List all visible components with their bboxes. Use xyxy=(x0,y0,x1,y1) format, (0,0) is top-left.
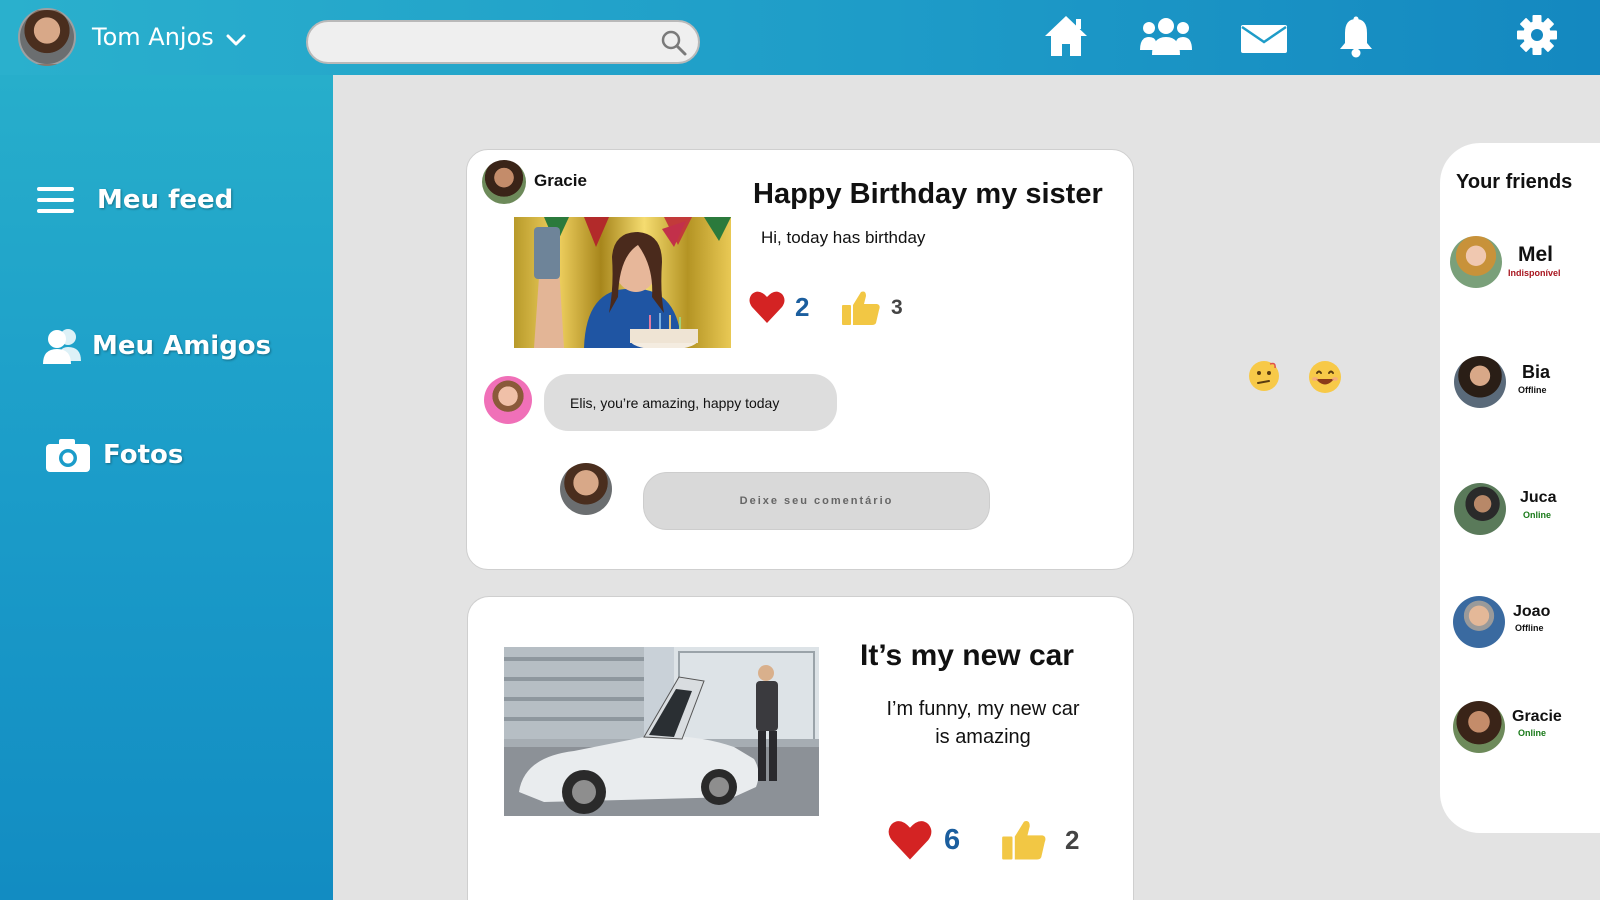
sidebar-item-label: Meu feed xyxy=(97,185,234,215)
sidebar-item-friends[interactable]: Meu Amigos xyxy=(42,327,271,365)
post-text: Hi, today has birthday xyxy=(761,228,926,247)
friend-item[interactable]: Juca Online xyxy=(1454,483,1594,539)
friend-avatar xyxy=(1454,356,1506,408)
heart-icon[interactable] xyxy=(888,819,932,861)
current-user-avatar xyxy=(560,463,612,515)
friend-item[interactable]: Joao Offline xyxy=(1453,596,1593,652)
friend-item[interactable]: Bia Offline xyxy=(1454,356,1594,412)
home-icon[interactable] xyxy=(1043,14,1089,58)
friend-avatar xyxy=(1453,596,1505,648)
friend-item[interactable]: Gracie Online xyxy=(1453,701,1593,757)
like-count: 2 xyxy=(1065,824,1080,855)
friend-name: Juca xyxy=(1520,489,1557,506)
birthday-photo[interactable] xyxy=(514,217,731,348)
top-bar: Tom Anjos xyxy=(0,0,1600,75)
friend-name: Gracie xyxy=(1512,708,1562,725)
sidebar-item-label: Fotos xyxy=(103,440,184,470)
friend-name: Bia xyxy=(1522,362,1551,382)
friend-item[interactable]: Mel Indisponível xyxy=(1450,236,1600,292)
comment-input[interactable]: Deixe seu comentário xyxy=(643,472,990,530)
post-title: It’s my new car xyxy=(860,639,1074,672)
sidebar-item-photos[interactable]: Fotos xyxy=(45,437,183,473)
friend-status: Offline xyxy=(1518,385,1547,395)
friend-status: Online xyxy=(1523,510,1552,520)
sidebar: Meu feed Meu Amigos Fotos xyxy=(0,75,333,900)
post-text-line: is amazing xyxy=(935,726,1031,748)
post-card: It’s my new car I’m funny, my new car is… xyxy=(467,596,1134,900)
commenter-avatar[interactable] xyxy=(484,376,532,424)
sidebar-item-label: Meu Amigos xyxy=(92,331,272,361)
author-avatar[interactable] xyxy=(482,160,526,204)
confused-emoji-icon[interactable] xyxy=(1248,360,1280,392)
comment-bubble: Elis, you’re amazing, happy today xyxy=(544,374,837,431)
menu-icon xyxy=(37,187,74,213)
thumbs-up-icon[interactable] xyxy=(1001,819,1047,861)
bell-icon[interactable] xyxy=(1339,16,1373,58)
mail-icon[interactable] xyxy=(1240,24,1288,54)
post-text: I’m funny, my new car is amazing xyxy=(838,695,1128,751)
heart-icon[interactable] xyxy=(749,290,785,324)
like-reaction[interactable]: 3 xyxy=(841,290,903,326)
search-bar[interactable] xyxy=(306,20,700,64)
thumbs-up-icon[interactable] xyxy=(841,290,881,326)
post-card: Gracie Happy Birthday my sister Hi, toda… xyxy=(466,149,1134,570)
chevron-down-icon[interactable] xyxy=(226,33,246,47)
like-count: 3 xyxy=(891,296,903,319)
groups-icon[interactable] xyxy=(1139,16,1193,56)
friends-panel: Your friends Mel Indisponível Bia Offlin… xyxy=(1440,143,1600,833)
sidebar-item-feed[interactable]: Meu feed xyxy=(37,185,233,215)
heart-count: 6 xyxy=(944,823,961,856)
friend-avatar xyxy=(1450,236,1502,288)
gear-icon[interactable] xyxy=(1516,14,1558,56)
heart-count: 2 xyxy=(795,291,810,322)
user-avatar[interactable] xyxy=(18,8,76,66)
user-profile-menu[interactable]: Tom Anjos xyxy=(18,8,246,66)
smile-emoji-icon[interactable] xyxy=(1308,360,1342,394)
search-input[interactable] xyxy=(326,22,666,60)
author-name[interactable]: Gracie xyxy=(534,171,587,191)
post-title: Happy Birthday my sister xyxy=(753,178,1103,210)
friend-status: Indisponível xyxy=(1508,268,1561,278)
user-name[interactable]: Tom Anjos xyxy=(92,23,214,51)
search-icon[interactable] xyxy=(660,29,688,57)
friends-panel-title: Your friends xyxy=(1456,171,1573,193)
friend-status: Offline xyxy=(1515,623,1544,633)
friend-name: Joao xyxy=(1513,603,1551,620)
friend-name: Mel xyxy=(1518,243,1554,266)
friend-avatar xyxy=(1453,701,1505,753)
camera-icon xyxy=(46,439,90,472)
like-reaction[interactable]: 2 xyxy=(1001,819,1079,861)
post-text-line: I’m funny, my new car xyxy=(886,698,1080,720)
friend-avatar xyxy=(1454,483,1506,535)
heart-reaction[interactable]: 6 xyxy=(888,819,960,861)
friend-status: Online xyxy=(1518,728,1547,738)
car-photo[interactable] xyxy=(504,647,819,816)
heart-reaction[interactable]: 2 xyxy=(749,290,809,324)
friends-icon xyxy=(43,329,81,364)
